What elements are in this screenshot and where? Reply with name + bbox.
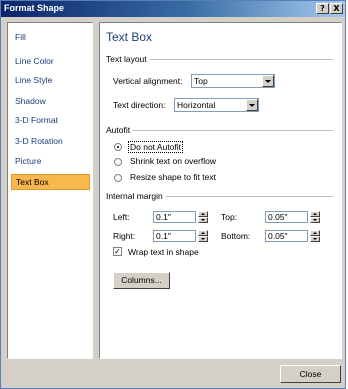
vertical-alignment-value: Top: [194, 76, 208, 86]
category-list: Fill Line Color Line Style Shadow 3-D Fo…: [7, 22, 93, 359]
panel-title: Text Box: [106, 30, 153, 44]
vertical-alignment-label: Vertical alignment:: [113, 76, 183, 86]
sidebar-item-text-box[interactable]: Text Box: [11, 174, 90, 190]
top-margin-label: Top:: [221, 212, 238, 222]
spin-down-icon[interactable]: [310, 236, 320, 242]
sidebar-item-3d-rotation[interactable]: 3-D Rotation: [11, 133, 90, 149]
resize-shape-radio[interactable]: [114, 174, 122, 182]
autofit-group: Autofit: [106, 125, 333, 135]
spin-down-icon[interactable]: [310, 217, 320, 223]
right-margin-value[interactable]: 0.1": [156, 231, 171, 241]
left-margin-spinner[interactable]: 0.1": [153, 211, 208, 223]
text-direction-value: Horizontal: [177, 100, 216, 110]
title-bar[interactable]: Format Shape ? X: [1, 1, 345, 17]
right-margin-label: Right:: [113, 231, 136, 241]
resize-shape-label[interactable]: Resize shape to fit text: [130, 172, 216, 182]
shrink-text-radio[interactable]: [114, 158, 122, 166]
internal-margin-label: Internal margin: [106, 191, 166, 201]
sidebar-item-fill[interactable]: Fill: [11, 29, 90, 45]
spin-down-icon[interactable]: [198, 236, 208, 242]
sidebar-item-3d-format[interactable]: 3-D Format: [11, 112, 90, 128]
text-direction-label: Text direction:: [113, 100, 166, 110]
bottom-margin-spinner[interactable]: 0.05": [265, 230, 320, 242]
sidebar-item-line-color[interactable]: Line Color: [11, 53, 90, 69]
spin-down-icon[interactable]: [198, 217, 208, 223]
chevron-down-icon[interactable]: [246, 99, 258, 111]
columns-button[interactable]: Columns...: [113, 272, 170, 289]
text-layout-label: Text layout: [106, 54, 150, 64]
vertical-alignment-select[interactable]: Top: [191, 74, 275, 88]
left-margin-value[interactable]: 0.1": [156, 212, 171, 222]
do-not-autofit-radio[interactable]: [114, 143, 122, 151]
wrap-text-label[interactable]: Wrap text in shape: [128, 247, 199, 257]
text-direction-select[interactable]: Horizontal: [174, 98, 259, 112]
sidebar-item-picture[interactable]: Picture: [11, 153, 90, 169]
do-not-autofit-label[interactable]: Do not Autofit: [128, 141, 184, 153]
bottom-margin-value[interactable]: 0.05": [268, 231, 288, 241]
chevron-down-icon[interactable]: [262, 75, 274, 87]
shrink-text-label[interactable]: Shrink text on overflow: [130, 156, 216, 166]
text-box-panel: Text Box Text layout Vertical alignment:…: [99, 22, 342, 359]
text-layout-group: Text layout: [106, 54, 333, 64]
bottom-margin-label: Bottom:: [221, 231, 251, 241]
autofit-label: Autofit: [106, 125, 134, 135]
help-button[interactable]: ?: [316, 3, 329, 14]
right-margin-spinner[interactable]: 0.1": [153, 230, 208, 242]
top-margin-spinner[interactable]: 0.05": [265, 211, 320, 223]
sidebar-item-line-style[interactable]: Line Style: [11, 72, 90, 88]
left-margin-label: Left:: [113, 212, 130, 222]
sidebar-item-shadow[interactable]: Shadow: [11, 93, 90, 109]
top-margin-value[interactable]: 0.05": [268, 212, 288, 222]
dialog-title: Format Shape: [4, 3, 65, 13]
close-icon[interactable]: X: [330, 3, 343, 14]
wrap-text-checkbox[interactable]: ✓: [113, 247, 122, 256]
internal-margin-group: Internal margin: [106, 191, 333, 201]
close-button[interactable]: Close: [280, 365, 341, 383]
format-shape-dialog: Format Shape ? X Fill Line Color Line St…: [0, 0, 346, 389]
